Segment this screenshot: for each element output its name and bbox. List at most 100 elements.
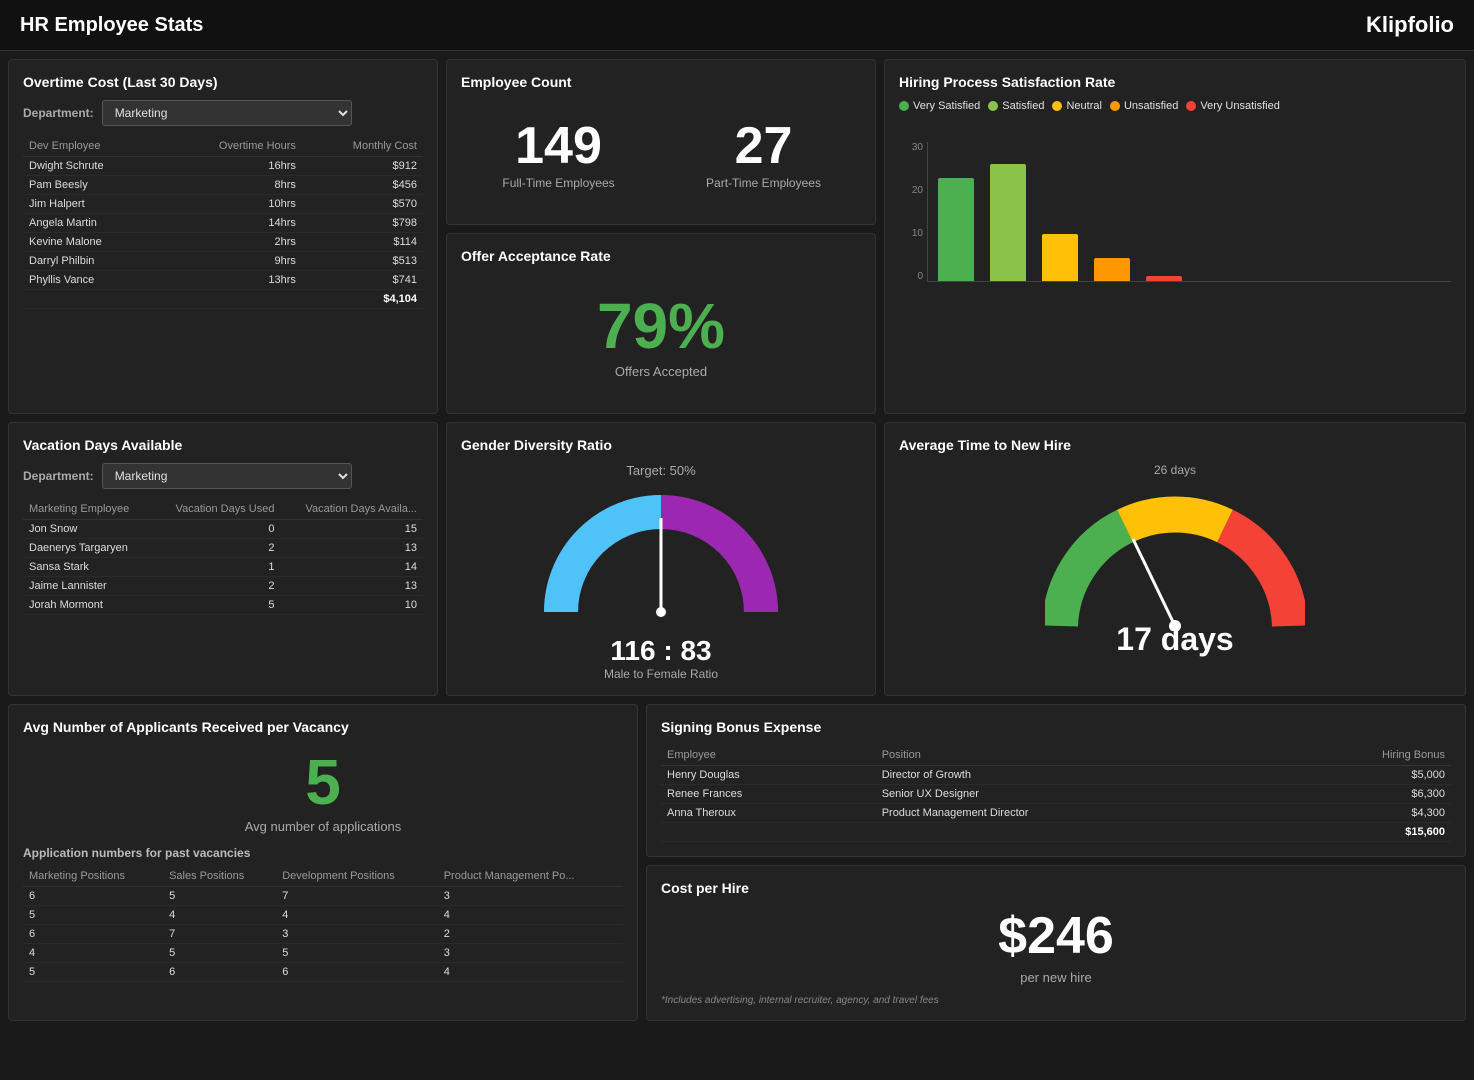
offer-rate-title: Offer Acceptance Rate: [461, 248, 861, 264]
overtime-col-cost: Monthly Cost: [302, 136, 423, 157]
applicants-avg-num: 5: [23, 745, 623, 819]
gender-ratio-label: Male to Female Ratio: [604, 667, 718, 681]
gender-diversity-title: Gender Diversity Ratio: [461, 437, 861, 453]
page-title: HR Employee Stats: [20, 14, 203, 37]
overtime-row: Angela Martin14hrs$798: [23, 214, 423, 233]
legend-item: Neutral: [1052, 100, 1101, 112]
avg-hire-time-card: Average Time to New Hire 26 days 17 days: [884, 422, 1466, 696]
applicants-row: 5444: [23, 906, 623, 925]
applicants-sub-title: Application numbers for past vacancies: [23, 846, 623, 860]
satisfaction-legend: Very Satisfied Satisfied Neutral Unsatisfie…: [899, 100, 1451, 112]
vacation-row: Jaime Lannister213: [23, 577, 423, 596]
avg-hire-title: Average Time to New Hire: [899, 437, 1451, 453]
y-axis-30: 30: [899, 142, 923, 153]
signing-row: Renee FrancesSenior UX Designer$6,300: [661, 785, 1451, 804]
y-axis-0: 0: [899, 271, 923, 282]
vacation-row: Jon Snow015: [23, 520, 423, 539]
logo: Klipfolio: [1366, 12, 1454, 38]
vacation-dept-label: Department:: [23, 469, 94, 483]
bar-col: [1042, 234, 1078, 281]
part-time-label: Part-Time Employees: [666, 176, 861, 190]
overtime-dept-select[interactable]: Marketing Development Sales: [102, 100, 352, 126]
signing-row: Anna TherouxProduct Management Director$…: [661, 804, 1451, 823]
overtime-dept-label: Department:: [23, 106, 94, 120]
offer-label: Offers Accepted: [461, 364, 861, 379]
full-time-label: Full-Time Employees: [461, 176, 656, 190]
signing-bonus-table: Employee Position Hiring Bonus Henry Dou…: [661, 745, 1451, 842]
vacation-col-used: Vacation Days Used: [153, 499, 281, 520]
overtime-row: Dwight Schrute16hrs$912: [23, 157, 423, 176]
vacation-row: Jorah Mormont510: [23, 596, 423, 615]
signing-row: Henry DouglasDirector of Growth$5,000: [661, 766, 1451, 785]
sb-col-position: Position: [876, 745, 1267, 766]
cost-per-hire-value: $246: [661, 906, 1451, 966]
legend-item: Very Satisfied: [899, 100, 980, 112]
overtime-col-employee: Dev Employee: [23, 136, 161, 157]
vacation-row: Sansa Stark114: [23, 558, 423, 577]
signing-total: $15,600: [1266, 823, 1451, 842]
applicants-row: 6573: [23, 887, 623, 906]
applicants-card: Avg Number of Applicants Received per Va…: [8, 704, 638, 1021]
employee-count-card: Employee Count 149 Full-Time Employees 2…: [446, 59, 876, 225]
employee-count-title: Employee Count: [461, 74, 861, 90]
bar-col: [938, 178, 974, 281]
legend-item: Unsatisfied: [1110, 100, 1178, 112]
bar-col: [1094, 258, 1130, 281]
vacation-card: Vacation Days Available Department: Mark…: [8, 422, 438, 696]
bar-col: [990, 164, 1026, 281]
overtime-title: Overtime Cost (Last 30 Days): [23, 74, 423, 90]
header: HR Employee Stats Klipfolio: [0, 0, 1474, 51]
applicants-avg-label: Avg number of applications: [23, 819, 623, 834]
applicants-title: Avg Number of Applicants Received per Va…: [23, 719, 623, 735]
app-col-dev: Development Positions: [276, 866, 438, 887]
overtime-row: Pam Beesly8hrs$456: [23, 176, 423, 195]
applicants-row: 4553: [23, 944, 623, 963]
part-time-number: 27: [666, 120, 861, 172]
applicants-row: 6732: [23, 925, 623, 944]
vacation-table: Marketing Employee Vacation Days Used Va…: [23, 499, 423, 615]
overtime-row: Jim Halpert10hrs$570: [23, 195, 423, 214]
vacation-col-employee: Marketing Employee: [23, 499, 153, 520]
offer-rate-card: Offer Acceptance Rate 79% Offers Accepte…: [446, 233, 876, 414]
overtime-row: Darryl Philbin9hrs$513: [23, 252, 423, 271]
cost-per-hire-note: *Includes advertising, internal recruite…: [661, 995, 1451, 1006]
gender-diversity-card: Gender Diversity Ratio Target: 50%: [446, 422, 876, 696]
app-col-product: Product Management Po...: [438, 866, 623, 887]
applicants-table: Marketing Positions Sales Positions Deve…: [23, 866, 623, 982]
full-time-number: 149: [461, 120, 656, 172]
overtime-total: $4,104: [302, 290, 423, 309]
app-col-sales: Sales Positions: [163, 866, 276, 887]
overtime-card: Overtime Cost (Last 30 Days) Department:…: [8, 59, 438, 414]
y-axis-10: 10: [899, 228, 923, 239]
sb-col-bonus: Hiring Bonus: [1266, 745, 1451, 766]
cost-per-hire-card: Cost per Hire $246 per new hire *Include…: [646, 865, 1466, 1021]
signing-bonus-card: Signing Bonus Expense Employee Position …: [646, 704, 1466, 857]
gender-target-label: Target: 50%: [541, 463, 781, 478]
app-col-marketing: Marketing Positions: [23, 866, 163, 887]
signing-bonus-title: Signing Bonus Expense: [661, 719, 1451, 735]
legend-item: Very Unsatisfied: [1186, 100, 1279, 112]
overtime-col-hours: Overtime Hours: [161, 136, 302, 157]
vacation-col-available: Vacation Days Availa...: [280, 499, 423, 520]
satisfaction-title: Hiring Process Satisfaction Rate: [899, 74, 1451, 90]
cost-per-hire-title: Cost per Hire: [661, 880, 1451, 896]
cost-per-hire-label: per new hire: [661, 970, 1451, 985]
hire-gauge-svg: [1045, 481, 1305, 631]
applicants-row: 5664: [23, 963, 623, 982]
y-axis-20: 20: [899, 185, 923, 196]
sb-col-employee: Employee: [661, 745, 876, 766]
vacation-row: Daenerys Targaryen213: [23, 539, 423, 558]
vacation-dept-select[interactable]: Marketing Development Sales: [102, 463, 352, 489]
overtime-table: Dev Employee Overtime Hours Monthly Cost…: [23, 136, 423, 309]
hire-days-value: 17 days: [1116, 621, 1233, 658]
vacation-title: Vacation Days Available: [23, 437, 423, 453]
offer-pct: 79%: [461, 294, 861, 358]
overtime-row: Kevine Malone2hrs$114: [23, 233, 423, 252]
legend-item: Satisfied: [988, 100, 1044, 112]
satisfaction-card: Hiring Process Satisfaction Rate Very Sa…: [884, 59, 1466, 414]
overtime-row: Phyllis Vance13hrs$741: [23, 271, 423, 290]
bar-col: [1146, 276, 1182, 281]
avg-hire-days-label: 26 days: [1154, 463, 1196, 477]
gender-ratio: 116 : 83: [610, 635, 711, 667]
gender-gauge: [541, 482, 781, 622]
